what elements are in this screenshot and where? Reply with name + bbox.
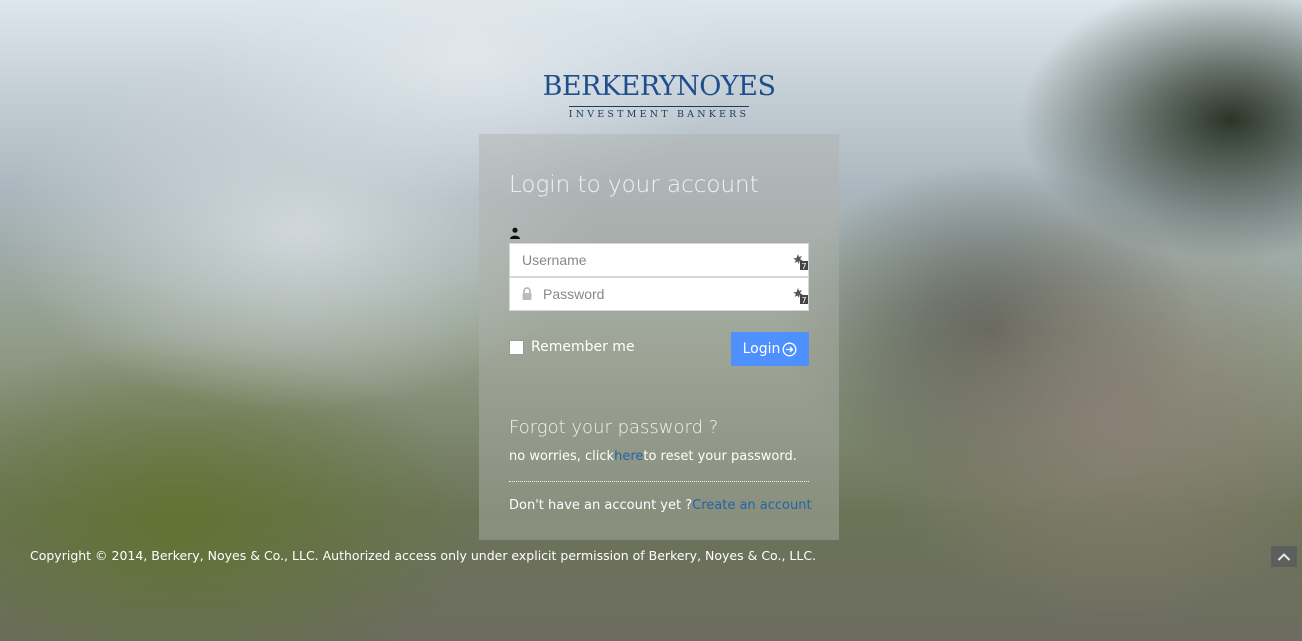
- username-input[interactable]: [522, 244, 772, 276]
- forgot-text-after: to reset your password.: [643, 449, 797, 464]
- login-page: BERKERYNOYES INVESTMENT BANKERS Login to…: [0, 0, 1302, 641]
- login-button-label: Login: [742, 341, 781, 357]
- create-account-link[interactable]: Create an account: [692, 498, 811, 513]
- login-button[interactable]: Login: [731, 332, 809, 366]
- password-manager-key-icon[interactable]: 7: [792, 252, 808, 270]
- login-panel: Login to your account 7 7: [479, 134, 839, 540]
- remember-me-label: Remember me: [531, 339, 635, 355]
- password-manager-key-icon[interactable]: 7: [792, 286, 808, 304]
- reset-password-link[interactable]: here: [614, 449, 643, 464]
- login-title: Login to your account: [509, 172, 759, 198]
- forgot-password-text: no worries, clickhereto reset your passw…: [509, 449, 797, 464]
- forgot-text-before: no worries, click: [509, 449, 615, 464]
- lock-icon: [522, 287, 532, 300]
- divider: [509, 481, 809, 482]
- logo-tagline: INVESTMENT BANKERS: [568, 106, 750, 121]
- username-field-container: 7: [509, 243, 809, 277]
- arrow-circle-right-icon: [782, 342, 797, 356]
- signup-prompt: Don't have an account yet ?: [509, 498, 693, 513]
- remember-me-checkbox[interactable]: [509, 339, 524, 355]
- remember-me[interactable]: Remember me: [509, 339, 635, 355]
- logo-wordmark: BERKERYNOYES: [542, 71, 776, 102]
- password-field-container: 7: [509, 277, 809, 311]
- copyright-footer: Copyright © 2014, Berkery, Noyes & Co., …: [30, 548, 817, 563]
- password-input[interactable]: [543, 278, 793, 310]
- svg-text:7: 7: [801, 296, 806, 304]
- svg-text:7: 7: [801, 262, 806, 270]
- signup-text: Don't have an account yet ?Create an acc…: [509, 498, 812, 513]
- user-icon: [510, 227, 520, 239]
- forgot-password-title: Forgot your password ?: [509, 417, 719, 438]
- scroll-to-top-button[interactable]: [1271, 546, 1297, 567]
- company-logo: BERKERYNOYES INVESTMENT BANKERS: [479, 72, 839, 121]
- chevron-up-icon: [1277, 552, 1291, 561]
